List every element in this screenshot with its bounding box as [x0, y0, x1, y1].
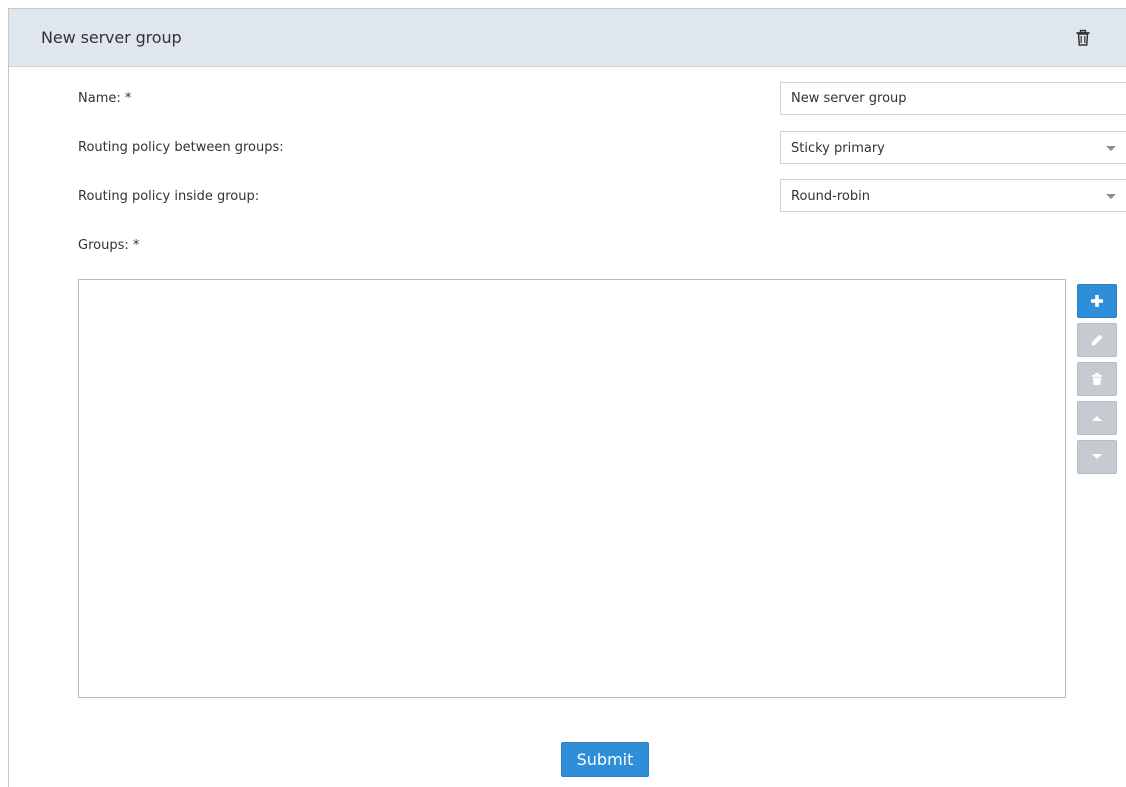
routing-inside-select[interactable]: Round-robin [780, 179, 1126, 212]
chevron-down-icon [1106, 146, 1116, 151]
groups-list[interactable] [78, 279, 1066, 698]
pencil-icon [1091, 334, 1103, 346]
move-up-button[interactable] [1077, 401, 1117, 435]
routing-inside-value: Round-robin [791, 189, 870, 204]
panel-title: New server group [41, 28, 182, 47]
submit-button[interactable]: Submit [561, 742, 649, 777]
name-input[interactable] [780, 82, 1126, 115]
server-group-panel: New server group Name: * Routing policy … [8, 8, 1126, 787]
panel-header: New server group [9, 9, 1126, 67]
routing-between-select[interactable]: Sticky primary [780, 131, 1126, 164]
caret-down-icon [1092, 454, 1102, 459]
trash-icon [1076, 29, 1090, 46]
routing-inside-label: Routing policy inside group: [78, 189, 260, 204]
delete-group-button[interactable] [1073, 28, 1093, 48]
add-group-button[interactable] [1077, 284, 1117, 318]
delete-group-item-button[interactable] [1077, 362, 1117, 396]
groups-label: Groups: * [78, 238, 140, 253]
routing-between-value: Sticky primary [791, 141, 885, 156]
caret-up-icon [1092, 416, 1102, 421]
plus-icon [1091, 295, 1103, 307]
routing-between-label: Routing policy between groups: [78, 140, 284, 155]
move-down-button[interactable] [1077, 440, 1117, 474]
chevron-down-icon [1106, 194, 1116, 199]
trash-icon [1092, 373, 1102, 385]
edit-group-button[interactable] [1077, 323, 1117, 357]
name-label: Name: * [78, 91, 132, 106]
